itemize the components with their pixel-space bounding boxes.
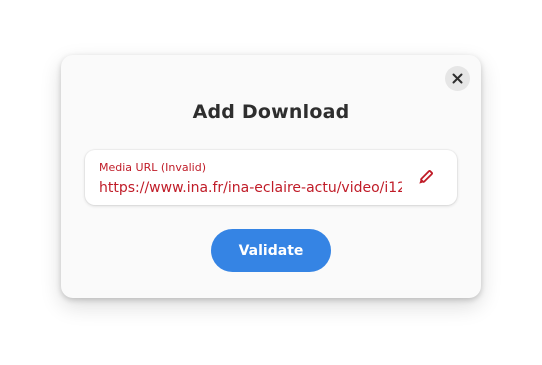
close-icon <box>452 73 463 84</box>
dialog-title: Add Download <box>192 101 350 123</box>
media-url-label: Media URL (Invalid) <box>99 161 206 174</box>
close-button[interactable] <box>445 66 470 91</box>
add-download-dialog: Add Download Media URL (Invalid) https:/… <box>61 55 481 298</box>
media-url-entry[interactable]: Media URL (Invalid) https://www.ina.fr/i… <box>85 150 457 205</box>
media-url-input[interactable]: https://www.ina.fr/ina-eclaire-actu/vide… <box>99 178 402 198</box>
validate-button[interactable]: Validate <box>211 229 331 272</box>
pencil-icon[interactable] <box>416 169 434 187</box>
